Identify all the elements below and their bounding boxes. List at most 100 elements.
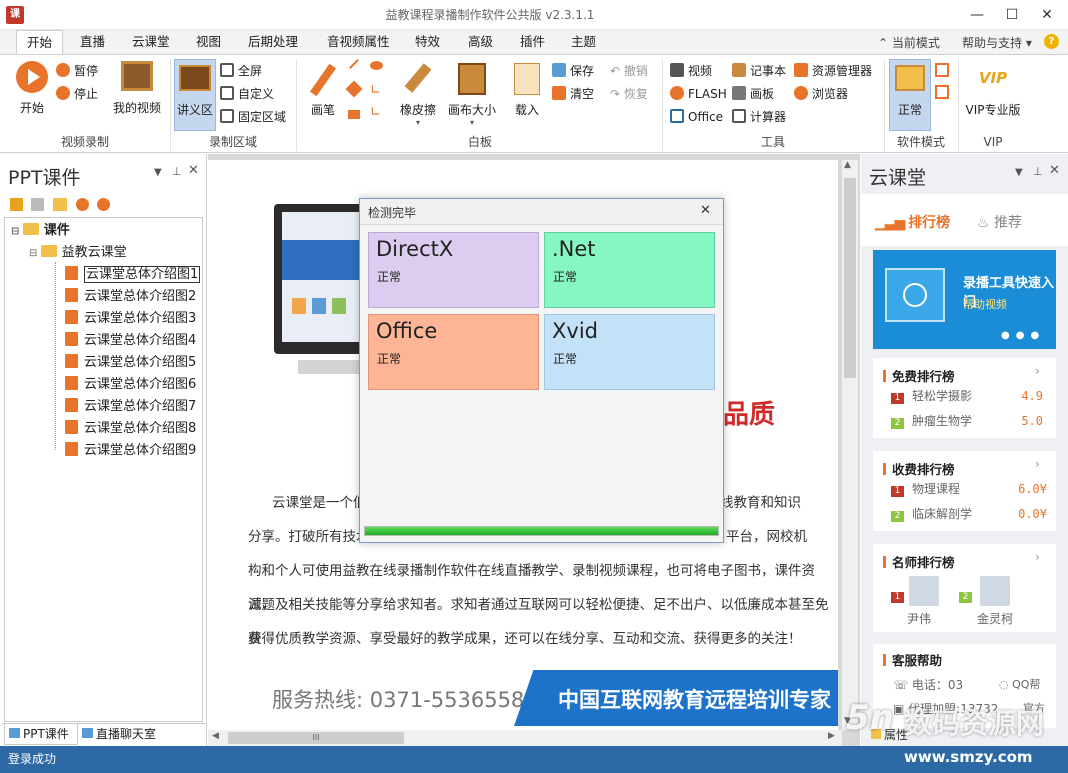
tab-effects[interactable]: 特效 (405, 30, 450, 54)
office-tool-button[interactable]: Office (670, 107, 723, 127)
ranking-row[interactable]: 1 物理课程 6.0¥ (891, 477, 1051, 502)
tab-start[interactable]: 开始 (16, 30, 64, 55)
minimize-button[interactable]: — (960, 0, 994, 30)
load-button[interactable]: 载入 (508, 63, 546, 118)
video-tool-button[interactable]: 视频 (670, 61, 712, 81)
tab-ranking[interactable]: ▁▃▅ 排行榜 (875, 212, 950, 232)
pin-icon[interactable]: ⊥ (172, 165, 182, 178)
fill-tool-icon[interactable] (345, 80, 363, 98)
tab-view[interactable]: 视图 (186, 30, 231, 54)
tab-av-properties[interactable]: 音视频属性 (317, 30, 400, 54)
tab-plugins[interactable]: 插件 (510, 30, 555, 54)
vip-pro-button[interactable]: VIP VIP专业版 (962, 63, 1024, 118)
tab-recommend[interactable]: ♨ 推荐 (977, 212, 1022, 232)
canvas-size-button[interactable]: 画布大小 ▾ (446, 63, 498, 127)
support-qq[interactable]: ◌ QQ帮 (999, 676, 1040, 692)
expand-mode-icon[interactable] (935, 63, 949, 77)
eraser-button[interactable]: 橡皮擦 ▾ (396, 63, 440, 127)
redo-button[interactable]: ↷ 恢复 (610, 84, 648, 104)
angle-tool-icon[interactable]: ∟ (370, 83, 381, 98)
scroll-thumb[interactable] (844, 178, 856, 378)
help-support-menu[interactable]: 帮助与支持 ▾ (962, 34, 1032, 51)
refresh-icon[interactable] (97, 198, 110, 211)
pause-button[interactable]: 暂停 (56, 61, 98, 81)
tree-root[interactable]: ⊟ 课件 (11, 220, 70, 242)
flash-tool-button[interactable]: FLASH (670, 84, 727, 104)
tab-advanced[interactable]: 高级 (458, 30, 503, 54)
clear-button[interactable]: 清空 (552, 84, 594, 104)
fixed-area-button[interactable]: 固定区域 (220, 107, 286, 127)
close-panel-icon[interactable]: ✕ (188, 163, 199, 178)
tree-item[interactable]: 云课堂总体介绍图6 (65, 374, 196, 396)
tree-item[interactable]: 云课堂总体介绍图3 (65, 308, 196, 330)
quick-start-banner[interactable]: 录播工具快速入门 帮助视频 ●●● (873, 250, 1056, 349)
undo-button[interactable]: ↶ 撤销 (610, 61, 648, 81)
compact-mode-icon[interactable] (935, 85, 949, 99)
line-tool-icon[interactable] (349, 59, 359, 69)
tab-live[interactable]: 直播 (70, 30, 115, 54)
remove-courseware-icon[interactable] (31, 198, 44, 211)
start-record-button[interactable]: 开始 (12, 61, 52, 116)
tree-item[interactable]: 云课堂总体介绍图8 (65, 418, 196, 440)
fullscreen-button[interactable]: 全屏 (220, 61, 262, 81)
tab-cloud-class[interactable]: 云课堂 (122, 30, 180, 54)
tree-item[interactable]: 云课堂总体介绍图5 (65, 352, 196, 374)
chevron-right-icon[interactable]: › (1035, 550, 1040, 564)
scroll-left-icon[interactable]: ◀ (212, 731, 219, 741)
save-button[interactable]: 保存 (552, 61, 594, 81)
tree-item[interactable]: 云课堂总体介绍图7 (65, 396, 196, 418)
ranking-row[interactable]: 2 肿瘤生物学 5.0 (891, 409, 1051, 434)
teacher-avatar[interactable] (980, 576, 1010, 606)
tree-item[interactable]: 云课堂总体介绍图2 (65, 286, 196, 308)
hscroll-thumb[interactable]: III (228, 732, 404, 744)
custom-area-button[interactable]: 自定义 (220, 84, 274, 104)
carousel-dots[interactable]: ●●● (1001, 330, 1045, 341)
tab-ppt-courseware[interactable]: PPT课件 (4, 724, 78, 745)
ranking-row[interactable]: 1 轻松学摄影 4.9 (891, 384, 1051, 409)
horizontal-scrollbar[interactable]: ◀ III ▶ (208, 730, 842, 746)
tile-status: 正常 (553, 270, 578, 284)
curve-tool-icon[interactable]: ∟ (370, 105, 381, 120)
normal-mode-button[interactable]: 正常 (889, 59, 931, 131)
tree-folder[interactable]: ⊟ 益教云课堂 (29, 242, 127, 264)
pen-button[interactable]: 画笔 (304, 63, 342, 118)
support-phone[interactable]: ☏ 电话：03 (893, 676, 963, 693)
info-icon[interactable] (76, 198, 89, 211)
add-courseware-icon[interactable] (10, 198, 23, 211)
pin-icon[interactable]: ⊥ (1033, 165, 1043, 178)
current-mode-menu[interactable]: ⌃ 当前模式 (878, 34, 940, 51)
dialog-close-button[interactable]: ✕ (700, 203, 711, 218)
paid-ranking-title: 收费排行榜 (892, 462, 955, 477)
tree-item[interactable]: 云课堂总体介绍图4 (65, 330, 196, 352)
help-icon[interactable]: ? (1044, 34, 1059, 49)
explorer-button[interactable]: 资源管理器 (794, 61, 872, 81)
scroll-right-icon[interactable]: ▶ (828, 731, 835, 741)
rectangle-tool-icon[interactable] (348, 110, 360, 119)
chevron-right-icon[interactable]: › (1035, 457, 1040, 471)
scroll-up-icon[interactable]: ▲ (844, 160, 851, 170)
my-video-button[interactable]: 我的视频 (108, 61, 166, 116)
normal-mode-label: 正常 (897, 103, 922, 117)
vertical-scrollbar[interactable]: ▲ ▼ (842, 160, 858, 730)
tree-item[interactable]: 云课堂总体介绍图1 (65, 264, 201, 286)
chevron-right-icon[interactable]: › (1035, 364, 1040, 378)
ellipse-tool-icon[interactable] (370, 61, 383, 70)
tab-theme[interactable]: 主题 (561, 30, 606, 54)
tree-item[interactable]: 云课堂总体介绍图9 (65, 440, 196, 462)
add-folder-icon[interactable] (53, 198, 67, 211)
notepad-button[interactable]: 记事本 (732, 61, 786, 81)
teacher-avatar[interactable] (909, 576, 939, 606)
ranking-row[interactable]: 2 临床解剖学 0.0¥ (891, 502, 1051, 527)
close-window-button[interactable]: ✕ (1030, 0, 1064, 30)
lecture-area-button[interactable]: 讲义区 (174, 59, 216, 131)
stop-button[interactable]: 停止 (56, 84, 98, 104)
drawing-board-button[interactable]: 画板 (732, 84, 774, 104)
panel-dropdown-icon[interactable]: ▼ (154, 167, 162, 178)
tab-live-chat-room[interactable]: 直播聊天室 (82, 724, 178, 745)
close-panel-icon[interactable]: ✕ (1049, 163, 1060, 178)
maximize-button[interactable]: ☐ (995, 0, 1029, 30)
panel-dropdown-icon[interactable]: ▼ (1015, 167, 1023, 178)
browser-button[interactable]: 浏览器 (794, 84, 848, 104)
tab-post-processing[interactable]: 后期处理 (238, 30, 308, 54)
calculator-button[interactable]: 计算器 (732, 107, 786, 127)
